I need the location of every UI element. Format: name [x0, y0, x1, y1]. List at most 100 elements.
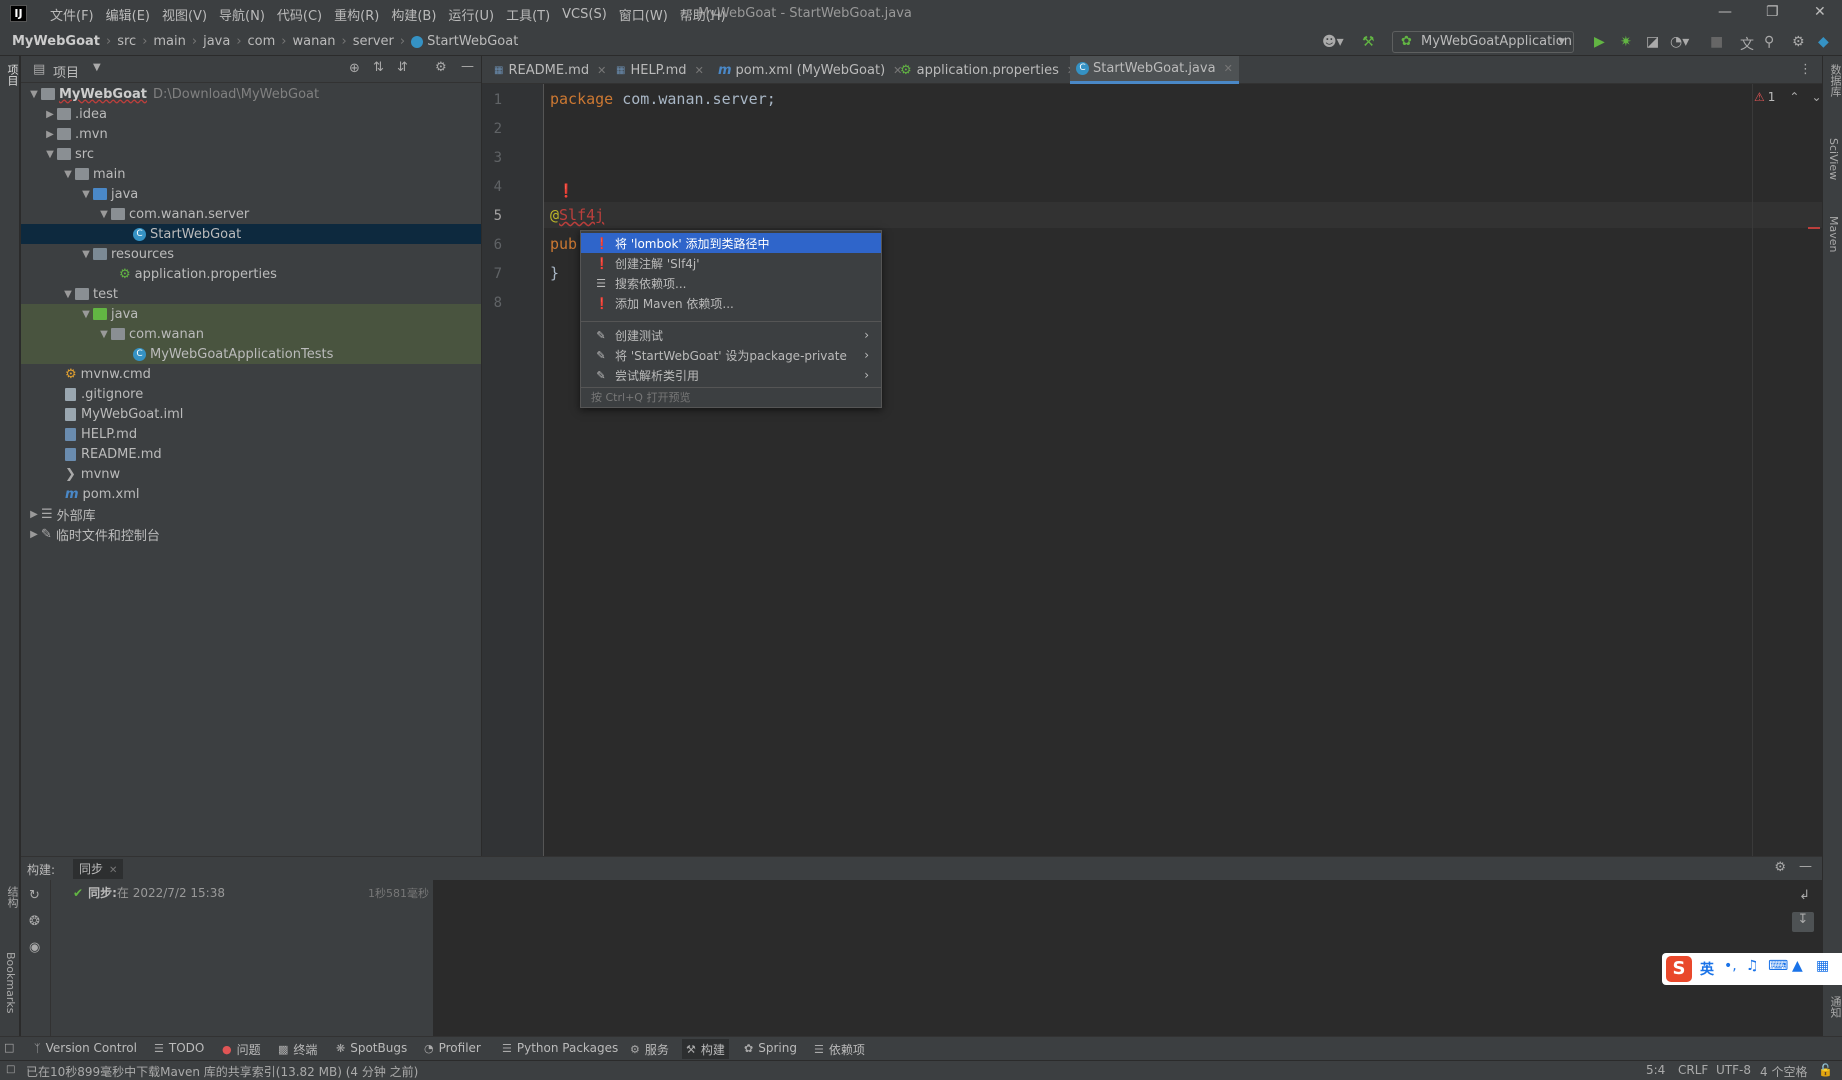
toolbox-icon[interactable]: ▦ — [1816, 958, 1829, 974]
breadcrumb-item[interactable]: main — [153, 34, 185, 49]
menu-vcs[interactable]: VCS(S) — [556, 7, 613, 22]
project-tool-button[interactable]: 项目 — [4, 64, 20, 86]
line-separator[interactable]: CRLF — [1678, 1063, 1708, 1077]
gear-icon[interactable]: ⚙ — [435, 60, 447, 75]
menu-tools[interactable]: 工具(T) — [500, 5, 556, 24]
tree-item[interactable]: ▶ .idea — [21, 104, 481, 124]
intention-create-test[interactable]: ✎ 创建测试 › — [581, 325, 881, 345]
status-icon[interactable]: □ — [6, 1064, 15, 1075]
tool-python-packages[interactable]: ☰ Python Packages — [502, 1041, 618, 1055]
tree-item[interactable]: ▼ main — [21, 164, 481, 184]
tree-item[interactable]: ▶ .mvn — [21, 124, 481, 144]
chevron-up-icon[interactable]: ⌃ — [1789, 90, 1799, 104]
tree-item-root[interactable]: ▼ MyWebGoat D:\Download\MyWebGoat — [21, 84, 481, 104]
error-stripe-marker[interactable] — [1808, 227, 1820, 229]
sync-result-row[interactable]: ✔ 同步: 在 2022/7/2 15:38 — [73, 884, 225, 901]
close-icon[interactable]: ✕ — [695, 64, 704, 77]
user-icon[interactable]: ☻▾ — [1322, 34, 1344, 50]
tab-readme[interactable]: ▦ README.md ✕ — [488, 56, 612, 84]
breadcrumb-item[interactable]: com — [248, 34, 276, 49]
run-icon[interactable]: ▶ — [1594, 34, 1605, 50]
bulb-error-icon[interactable]: ❗ — [558, 184, 574, 199]
toggle-tool-windows-icon[interactable]: □ — [4, 1041, 14, 1054]
project-panel-title[interactable]: 项目 — [53, 62, 79, 81]
chevron-down-icon[interactable]: ▼ — [93, 62, 101, 73]
debug-icon[interactable]: ✷ — [1620, 34, 1632, 50]
tree-item[interactable]: ▼ src — [21, 144, 481, 164]
tool-terminal[interactable]: ▩ 终端 — [278, 1041, 317, 1058]
jetbrains-toolbox-icon[interactable]: ◆ — [1818, 34, 1829, 50]
translate-icon[interactable]: 文 — [1740, 34, 1754, 54]
tab-application-properties[interactable]: ⚙ application.properties✕ — [894, 56, 1082, 84]
tree-item[interactable]: ▶ ✎ 临时文件和控制台 — [21, 524, 481, 544]
breadcrumb-item[interactable]: wanan — [293, 34, 336, 49]
tree-item[interactable]: ▼ com.wanan.server — [21, 204, 481, 224]
tree-item[interactable]: ❯ mvnw — [21, 464, 481, 484]
stop-icon[interactable]: ■ — [1710, 34, 1723, 50]
menu-run[interactable]: 运行(U) — [442, 5, 500, 24]
file-encoding[interactable]: UTF-8 — [1716, 1063, 1751, 1077]
intention-make-package-private[interactable]: ✎ 将 'StartWebGoat' 设为package-private › — [581, 345, 881, 365]
run-config-selector[interactable]: ✿ MyWebGoatApplication ▾ — [1392, 31, 1574, 53]
tool-spring[interactable]: ✿ Spring — [744, 1041, 797, 1055]
close-icon[interactable]: ✕ — [109, 865, 117, 876]
code-editor[interactable]: 1 2 3 4 5 6 7 8 package com.wanan.server… — [482, 84, 1822, 856]
database-tool-button[interactable]: 数据库 — [1827, 64, 1842, 97]
search-icon[interactable]: ⚲ — [1764, 34, 1774, 50]
expand-all-icon[interactable]: ⇅ — [373, 60, 384, 75]
ime-mode[interactable]: 英 — [1700, 959, 1714, 979]
tool-build[interactable]: ⚒ 构建 — [682, 1039, 729, 1059]
profile-icon[interactable]: ◔▾ — [1670, 34, 1689, 50]
punctuation-icon[interactable]: •, — [1724, 958, 1737, 974]
chevron-down-icon[interactable]: ⌄ — [1811, 90, 1821, 104]
tab-startwebgoat[interactable]: C StartWebGoat.java ✕ — [1070, 56, 1239, 84]
sogou-logo-icon[interactable]: S — [1666, 956, 1692, 982]
close-icon[interactable]: ✕ — [1224, 62, 1233, 75]
tool-todo[interactable]: ☰ TODO — [154, 1041, 204, 1055]
tool-problems[interactable]: ● 问题 — [222, 1041, 261, 1058]
tree-item[interactable]: ▼ resources — [21, 244, 481, 264]
menu-navigate[interactable]: 导航(N) — [213, 5, 271, 24]
tree-item[interactable]: HELP.md — [21, 424, 481, 444]
eye-icon[interactable]: ◉ — [29, 940, 40, 955]
maven-tool-button[interactable]: Maven — [1827, 216, 1840, 252]
tab-sync[interactable]: 同步 ✕ — [73, 859, 124, 879]
hide-icon[interactable]: — — [461, 59, 474, 74]
tree-item[interactable]: ▼ java — [21, 184, 481, 204]
notifications-tool-button[interactable]: 通知 — [1827, 996, 1842, 1018]
tab-pom[interactable]: m pom.xml (MyWebGoat) ✕ — [712, 56, 908, 84]
tree-item[interactable]: m pom.xml — [21, 484, 481, 504]
menu-refactor[interactable]: 重构(R) — [328, 5, 385, 24]
close-icon[interactable]: ✕ — [597, 64, 606, 77]
hide-icon[interactable]: — — [1799, 859, 1812, 874]
tool-spotbugs[interactable]: ❋ SpotBugs — [336, 1041, 407, 1055]
breadcrumb-item[interactable]: java — [203, 34, 230, 49]
breadcrumb-item[interactable]: server — [353, 34, 394, 49]
restore-icon[interactable]: ❐ — [1766, 4, 1779, 20]
intention-add-maven-dependency[interactable]: ❗ 添加 Maven 依赖项... — [581, 293, 881, 313]
menu-build[interactable]: 构建(B) — [385, 5, 442, 24]
menu-edit[interactable]: 编辑(E) — [100, 5, 156, 24]
collapse-all-icon[interactable]: ⇵ — [397, 60, 408, 75]
menu-code[interactable]: 代码(C) — [271, 5, 328, 24]
tree-item[interactable]: ▼ com.wanan — [21, 324, 481, 344]
tool-version-control[interactable]: ᛉ Version Control — [34, 1041, 137, 1055]
pin-icon[interactable]: ❂ — [29, 914, 40, 929]
indent-setting[interactable]: 4 个空格 — [1760, 1063, 1807, 1080]
status-message[interactable]: 已在10秒899毫秒中下载Maven 库的共享索引(13.82 MB) (4 分… — [26, 1063, 418, 1080]
intention-add-lombok[interactable]: ❗ 将 'lombok' 添加到类路径中 — [581, 233, 881, 253]
lock-icon[interactable]: 🔓 — [1818, 1063, 1833, 1077]
tool-services[interactable]: ⚙ 服务 — [630, 1041, 669, 1058]
tree-item[interactable]: ⚙ application.properties — [21, 264, 481, 284]
tree-item-selected[interactable]: C StartWebGoat — [21, 224, 481, 244]
more-tabs-icon[interactable]: ⋮ — [1799, 62, 1812, 77]
menu-file[interactable]: 文件(F) — [44, 5, 100, 24]
intention-search-dependency[interactable]: ☰ 搜索依赖项... — [581, 273, 881, 293]
menu-window[interactable]: 窗口(W) — [613, 5, 674, 24]
gear-icon[interactable]: ⚙ — [1774, 860, 1786, 875]
bookmarks-tool-button[interactable]: Bookmarks — [4, 952, 17, 1013]
caret-position[interactable]: 5:4 — [1646, 1063, 1665, 1077]
minimize-icon[interactable]: — — [1718, 4, 1732, 20]
intention-create-annotation[interactable]: ❗ 创建注解 'Slf4j' — [581, 253, 881, 273]
settings-icon[interactable]: ⚙ — [1792, 34, 1805, 50]
